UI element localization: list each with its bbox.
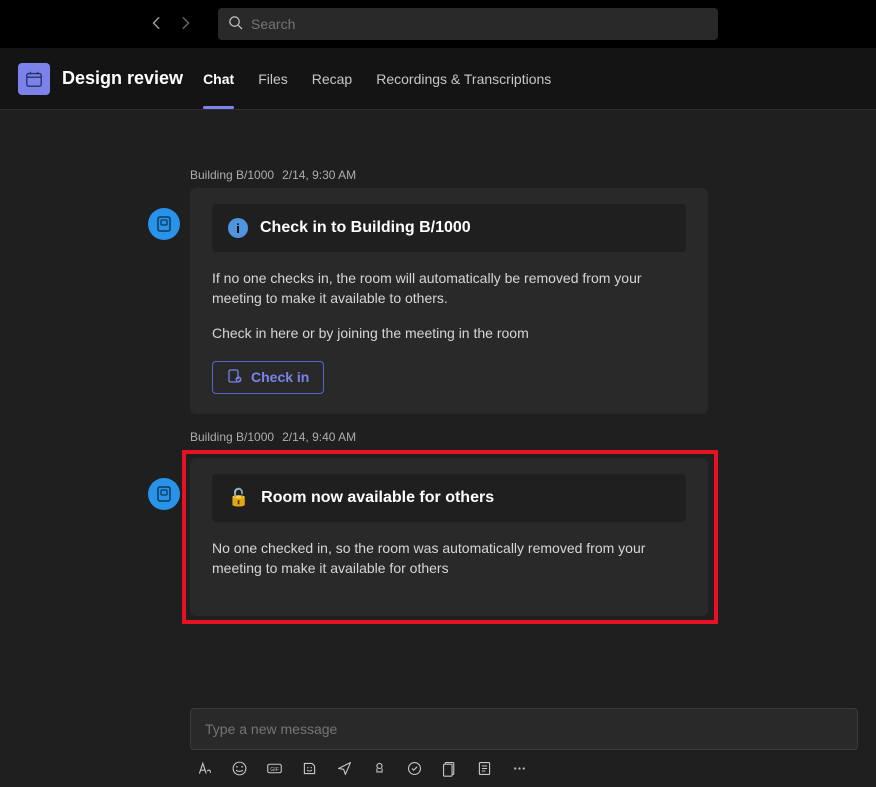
highlight-box: 🔓 Room now available for others No one c… xyxy=(182,450,718,625)
unlock-icon: 🔓 xyxy=(228,488,249,508)
card-header: i Check in to Building B/1000 xyxy=(212,204,686,252)
card-title: Check in to Building B/1000 xyxy=(260,219,471,237)
search-icon xyxy=(228,15,243,33)
avatar xyxy=(148,478,180,510)
info-icon: i xyxy=(228,218,248,238)
approvals-icon[interactable] xyxy=(406,760,423,777)
chat-area: Building B/1000 2/14, 9:30 AM i Check in… xyxy=(0,110,876,624)
compose-area: GIF xyxy=(190,708,858,777)
tab-recap[interactable]: Recap xyxy=(312,48,352,109)
message: Building B/1000 2/14, 9:40 AM 🔓 Room now… xyxy=(190,430,876,625)
meeting-title: Design review xyxy=(62,68,183,89)
send-icon[interactable] xyxy=(336,760,353,777)
sticker-icon[interactable] xyxy=(301,760,318,777)
attach-icon[interactable] xyxy=(441,760,458,777)
checkin-button[interactable]: Check in xyxy=(212,361,324,394)
emoji-icon[interactable] xyxy=(231,760,248,777)
card-body: No one checked in, so the room was autom… xyxy=(212,538,686,579)
svg-text:GIF: GIF xyxy=(270,767,279,773)
card-text: No one checked in, so the room was autom… xyxy=(212,538,686,579)
card-body: If no one checks in, the room will autom… xyxy=(212,268,686,394)
card-header: 🔓 Room now available for others xyxy=(212,474,686,522)
button-label: Check in xyxy=(251,369,309,385)
more-icon[interactable] xyxy=(511,760,528,777)
timestamp: 2/14, 9:30 AM xyxy=(282,168,356,182)
tabs: Chat Files Recap Recordings & Transcript… xyxy=(203,48,551,109)
history-nav xyxy=(150,16,192,33)
gif-icon[interactable]: GIF xyxy=(266,760,283,777)
message: Building B/1000 2/14, 9:30 AM i Check in… xyxy=(190,168,876,414)
card-text: Check in here or by joining the meeting … xyxy=(212,323,686,343)
meeting-icon xyxy=(18,63,50,95)
loop-icon[interactable] xyxy=(476,760,493,777)
top-bar xyxy=(0,0,876,48)
card-checkin: i Check in to Building B/1000 If no one … xyxy=(190,188,708,414)
forward-button[interactable] xyxy=(178,16,192,33)
search-box[interactable] xyxy=(218,8,718,40)
stream-icon[interactable] xyxy=(371,760,388,777)
tab-chat[interactable]: Chat xyxy=(203,48,234,109)
format-icon[interactable] xyxy=(196,760,213,777)
tab-recordings[interactable]: Recordings & Transcriptions xyxy=(376,48,551,109)
checkin-icon xyxy=(227,368,243,387)
compose-input[interactable] xyxy=(190,708,858,750)
card-title: Room now available for others xyxy=(261,489,494,507)
avatar xyxy=(148,208,180,240)
compose-toolbar: GIF xyxy=(190,760,858,777)
card-text: If no one checks in, the room will autom… xyxy=(212,268,686,309)
chat-header: Design review Chat Files Recap Recording… xyxy=(0,48,876,110)
card-room-released: 🔓 Room now available for others No one c… xyxy=(190,458,708,617)
search-input[interactable] xyxy=(251,16,708,32)
timestamp: 2/14, 9:40 AM xyxy=(282,430,356,444)
sender-name: Building B/1000 xyxy=(190,430,274,444)
sender-name: Building B/1000 xyxy=(190,168,274,182)
tab-files[interactable]: Files xyxy=(258,48,288,109)
back-button[interactable] xyxy=(150,16,164,33)
